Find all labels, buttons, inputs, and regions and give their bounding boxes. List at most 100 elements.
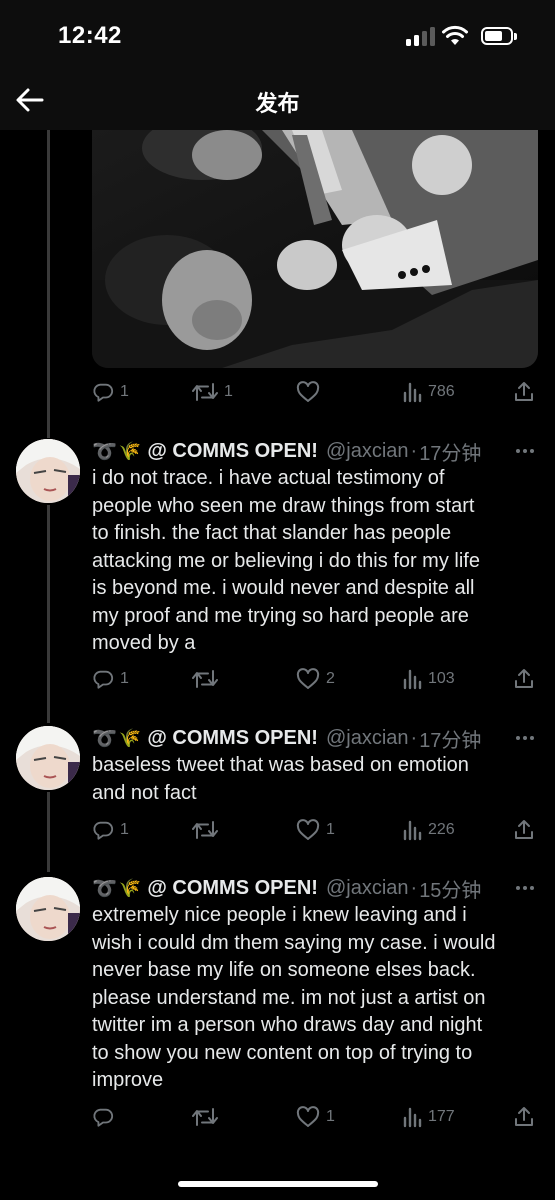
- status-time: 12:42: [58, 22, 122, 49]
- more-options-button[interactable]: [512, 724, 538, 752]
- tweet-text-line: and not fact: [92, 781, 197, 804]
- share-icon: [515, 669, 533, 688]
- share-button[interactable]: [512, 377, 536, 407]
- tweet-text-line: to show you new content on top of trying…: [92, 1041, 473, 1064]
- retweet-icon: [192, 383, 218, 401]
- like-icon: [296, 668, 320, 689]
- share-button[interactable]: [512, 815, 536, 845]
- reply-button[interactable]: 1: [92, 377, 129, 407]
- share-button[interactable]: [512, 1102, 536, 1132]
- views-icon: [403, 1107, 422, 1128]
- reply-icon: [93, 670, 114, 689]
- like-button[interactable]: [296, 377, 326, 407]
- retweet-button[interactable]: 1: [192, 377, 233, 407]
- knot-emoji: ➰: [92, 440, 117, 463]
- status-bar: 12:42: [0, 0, 555, 70]
- tweet-text-line: is beyond me. i would never and despite …: [92, 577, 475, 599]
- share-button[interactable]: [512, 664, 536, 694]
- tweet-timestamp[interactable]: 15分钟: [419, 874, 481, 903]
- reply-count: 1: [120, 670, 129, 687]
- avatar[interactable]: [16, 439, 80, 503]
- knot-emoji: ➰: [92, 727, 117, 750]
- tweet-text-line: wish i could dm them saying my case. i w…: [92, 931, 496, 954]
- reply-button[interactable]: 1: [92, 815, 129, 845]
- tweet-text-line: i do not trace. i have actual testimony …: [92, 467, 445, 489]
- user-handle[interactable]: @jaxcian: [326, 440, 409, 463]
- thread-line: [47, 130, 50, 438]
- share-icon: [515, 1107, 533, 1126]
- tweet-header: ➰ 🌾 @ COMMS OPEN! @jaxcian · 17分钟: [92, 437, 481, 465]
- views-button[interactable]: 226: [402, 815, 455, 845]
- reply-count: 1: [120, 383, 129, 400]
- tweet-text-line: never base my life on someone elses back…: [92, 959, 476, 981]
- user-handle[interactable]: @jaxcian: [326, 877, 409, 900]
- tweet-text-line: baseless tweet that was based on emotion: [92, 754, 469, 776]
- reply-icon: [93, 383, 114, 402]
- tweet-text-line: my proof and me trying so hard people ar…: [92, 604, 469, 627]
- tweet-text: baseless tweet that was based on emotion…: [92, 752, 532, 807]
- views-icon: [403, 669, 422, 690]
- tweet-timestamp[interactable]: 17分钟: [419, 724, 481, 753]
- top-nav-bar: 发布: [0, 70, 555, 130]
- user-handle[interactable]: @jaxcian: [326, 727, 409, 750]
- tweet-action-bar: 1 2 103: [92, 664, 538, 694]
- reply-button[interactable]: 1: [92, 664, 129, 694]
- tweet-timestamp[interactable]: 17分钟: [419, 437, 481, 466]
- retweet-button[interactable]: [192, 815, 224, 845]
- views-button[interactable]: 177: [402, 1102, 455, 1132]
- like-button[interactable]: 1: [296, 1102, 335, 1132]
- rice-emoji: 🌾: [118, 727, 142, 748]
- views-button[interactable]: 786: [402, 377, 455, 407]
- home-indicator[interactable]: [178, 1181, 378, 1187]
- like-icon: [296, 1106, 320, 1127]
- avatar[interactable]: [16, 877, 80, 941]
- reply-button[interactable]: [92, 1102, 120, 1132]
- separator-dot: ·: [410, 439, 418, 462]
- like-icon: [296, 819, 320, 840]
- display-name[interactable]: @ COMMS OPEN!: [147, 727, 318, 750]
- battery-icon: [481, 27, 517, 45]
- avatar[interactable]: [16, 726, 80, 790]
- share-icon: [515, 820, 533, 839]
- like-count: 1: [326, 1108, 335, 1125]
- display-name[interactable]: @ COMMS OPEN!: [147, 877, 318, 900]
- reply-icon: [93, 821, 114, 840]
- retweet-icon: [192, 821, 218, 839]
- like-button[interactable]: 1: [296, 815, 335, 845]
- tweet-text-line: attacking me or believing i do this for …: [92, 549, 480, 572]
- like-count: 1: [326, 821, 335, 838]
- like-count: 2: [326, 670, 335, 687]
- retweet-button[interactable]: [192, 1102, 224, 1132]
- more-options-button[interactable]: [512, 874, 538, 902]
- separator-dot: ·: [410, 726, 418, 749]
- tweet-text-line: people who seen me draw things from star…: [92, 494, 475, 517]
- retweet-icon: [192, 1108, 218, 1126]
- view-count: 226: [428, 821, 455, 838]
- tweet-text: extremely nice people i knew leaving and…: [92, 902, 532, 1095]
- view-count: 103: [428, 670, 455, 687]
- wifi-icon: [441, 24, 469, 46]
- views-button[interactable]: 103: [402, 664, 455, 694]
- post-image[interactable]: [92, 130, 538, 368]
- signal-icon: [406, 26, 436, 46]
- retweet-button[interactable]: [192, 664, 224, 694]
- tweet-text: i do not trace. i have actual testimony …: [92, 465, 532, 658]
- more-options-button[interactable]: [512, 437, 538, 465]
- like-button[interactable]: 2: [296, 664, 335, 694]
- tweet-text-line: extremely nice people i knew leaving and…: [92, 904, 467, 926]
- display-name[interactable]: @ COMMS OPEN!: [147, 440, 318, 463]
- reply-icon: [93, 1108, 114, 1127]
- like-icon: [296, 381, 320, 402]
- view-count: 177: [428, 1108, 455, 1125]
- retweet-count: 1: [224, 383, 233, 400]
- tweet-text-line: to finish. the fact that slander has peo…: [92, 522, 452, 544]
- thread-line: [47, 505, 50, 723]
- tweet-text-line: improve: [92, 1069, 164, 1091]
- tweet-text-line: please understand me. im not just a arti…: [92, 986, 486, 1009]
- thread-line: [47, 792, 50, 872]
- tweet-header: ➰ 🌾 @ COMMS OPEN! @jaxcian · 15分钟: [92, 874, 481, 902]
- tweet-action-bar: 1 177: [92, 1102, 538, 1132]
- separator-dot: ·: [410, 876, 418, 899]
- views-icon: [403, 820, 422, 841]
- views-icon: [403, 382, 422, 403]
